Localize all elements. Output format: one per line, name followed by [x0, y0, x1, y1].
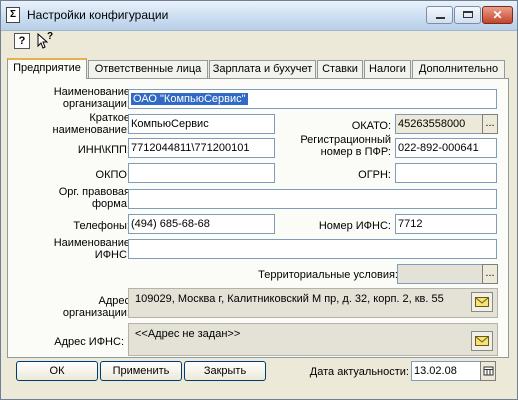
date-label: Дата актуальности:	[309, 366, 409, 378]
close-button[interactable]: Закрыть	[184, 361, 266, 381]
short-name-label: Краткое наименование:	[52, 112, 130, 136]
enterprise-panel: Наименование организации: ОАО "КомпьюСерв…	[7, 78, 509, 358]
window-title: Настройки конфигурации	[27, 8, 169, 22]
help-icon: ?	[18, 35, 26, 47]
ifns-address-value: <<Адрес не задан>>	[135, 328, 241, 340]
ok-button[interactable]: ОК	[16, 361, 98, 381]
calendar-icon	[483, 366, 494, 376]
calendar-button[interactable]	[480, 361, 496, 381]
ifns-address-label: Адрес ИФНС:	[54, 336, 124, 348]
help-button[interactable]: ?	[14, 33, 30, 49]
edit-ifns-address-button[interactable]	[471, 331, 493, 351]
org-address-label: Адрес организации:	[62, 295, 130, 319]
tab-salary-accounting[interactable]: Зарплата и бухучет	[209, 60, 316, 78]
territorial-input[interactable]	[397, 264, 483, 284]
whats-this-button[interactable]: ?	[37, 31, 54, 49]
tab-rates[interactable]: Ставки	[317, 60, 363, 78]
ifns-address-display: <<Адрес не задан>>	[128, 323, 498, 356]
okpo-input[interactable]	[128, 163, 275, 183]
tab-taxes[interactable]: Налоги	[364, 60, 411, 78]
legal-form-input[interactable]	[128, 189, 497, 209]
tab-additional[interactable]: Дополнительно	[412, 60, 505, 78]
settings-window: Σ Настройки конфигурации ✕ ? ? Предприят…	[0, 0, 518, 400]
maximize-icon	[463, 11, 473, 18]
close-window-button[interactable]: ✕	[482, 6, 513, 24]
inn-label: ИНН\КПП:	[77, 144, 130, 156]
ifns-number-input[interactable]: 7712	[395, 214, 497, 234]
toolbar: ? ?	[1, 30, 517, 52]
edit-org-address-button[interactable]	[471, 292, 493, 312]
okato-label: ОКАТО:	[351, 120, 391, 132]
pfr-number-input[interactable]: 022-892-000641	[395, 138, 497, 158]
inn-kpp-input[interactable]: 7712044811\771200101	[128, 138, 275, 158]
org-address-value: 109029, Москва г, Калитниковский М пр, д…	[135, 293, 444, 305]
tab-bar: Предприятие Ответственные лица Зарплата …	[7, 58, 509, 79]
minimize-icon	[436, 17, 445, 19]
ifns-number-label: Номер ИФНС:	[318, 220, 391, 232]
territorial-select-button[interactable]: ...	[482, 264, 498, 284]
org-name-input[interactable]: ОАО "КомпьюСервис"	[128, 89, 497, 109]
envelope-icon	[475, 336, 489, 346]
phones-input[interactable]: (494) 685-68-68	[128, 214, 275, 234]
minimize-button[interactable]	[426, 6, 453, 24]
ifns-name-label: Наименование ИФНС:	[53, 237, 130, 261]
short-name-input[interactable]: КомпьюСервис	[128, 114, 275, 134]
pointer-help-glyph: ?	[47, 31, 54, 42]
okato-input[interactable]: 45263558000	[395, 114, 483, 134]
date-input[interactable]: 13.02.08	[411, 361, 481, 381]
org-name-label: Наименование организации:	[53, 86, 130, 110]
legal-form-label: Орг. правовая форма:	[58, 186, 130, 210]
title-bar[interactable]: Σ Настройки конфигурации ✕	[1, 1, 517, 31]
org-name-value: ОАО "КомпьюСервис"	[131, 93, 248, 105]
ifns-name-input[interactable]	[128, 239, 497, 259]
ogrn-input[interactable]	[395, 163, 497, 183]
territorial-label: Территориальные условия:	[258, 269, 398, 281]
okato-select-button[interactable]: ...	[482, 114, 498, 134]
close-icon: ✕	[492, 8, 503, 22]
maximize-button[interactable]	[454, 6, 481, 24]
ogrn-label: ОГРН:	[358, 169, 391, 181]
tab-responsible-persons[interactable]: Ответственные лица	[88, 60, 208, 78]
apply-button[interactable]: Применить	[100, 361, 182, 381]
okpo-label: ОКПО:	[95, 169, 130, 181]
phones-label: Телефоны:	[73, 220, 130, 232]
org-address-display: 109029, Москва г, Калитниковский М пр, д…	[128, 288, 498, 318]
tab-enterprise[interactable]: Предприятие	[7, 58, 87, 79]
envelope-icon	[475, 297, 489, 307]
pfr-label: Регистрационный номер в ПФР:	[300, 134, 391, 158]
app-icon: Σ	[6, 7, 20, 23]
